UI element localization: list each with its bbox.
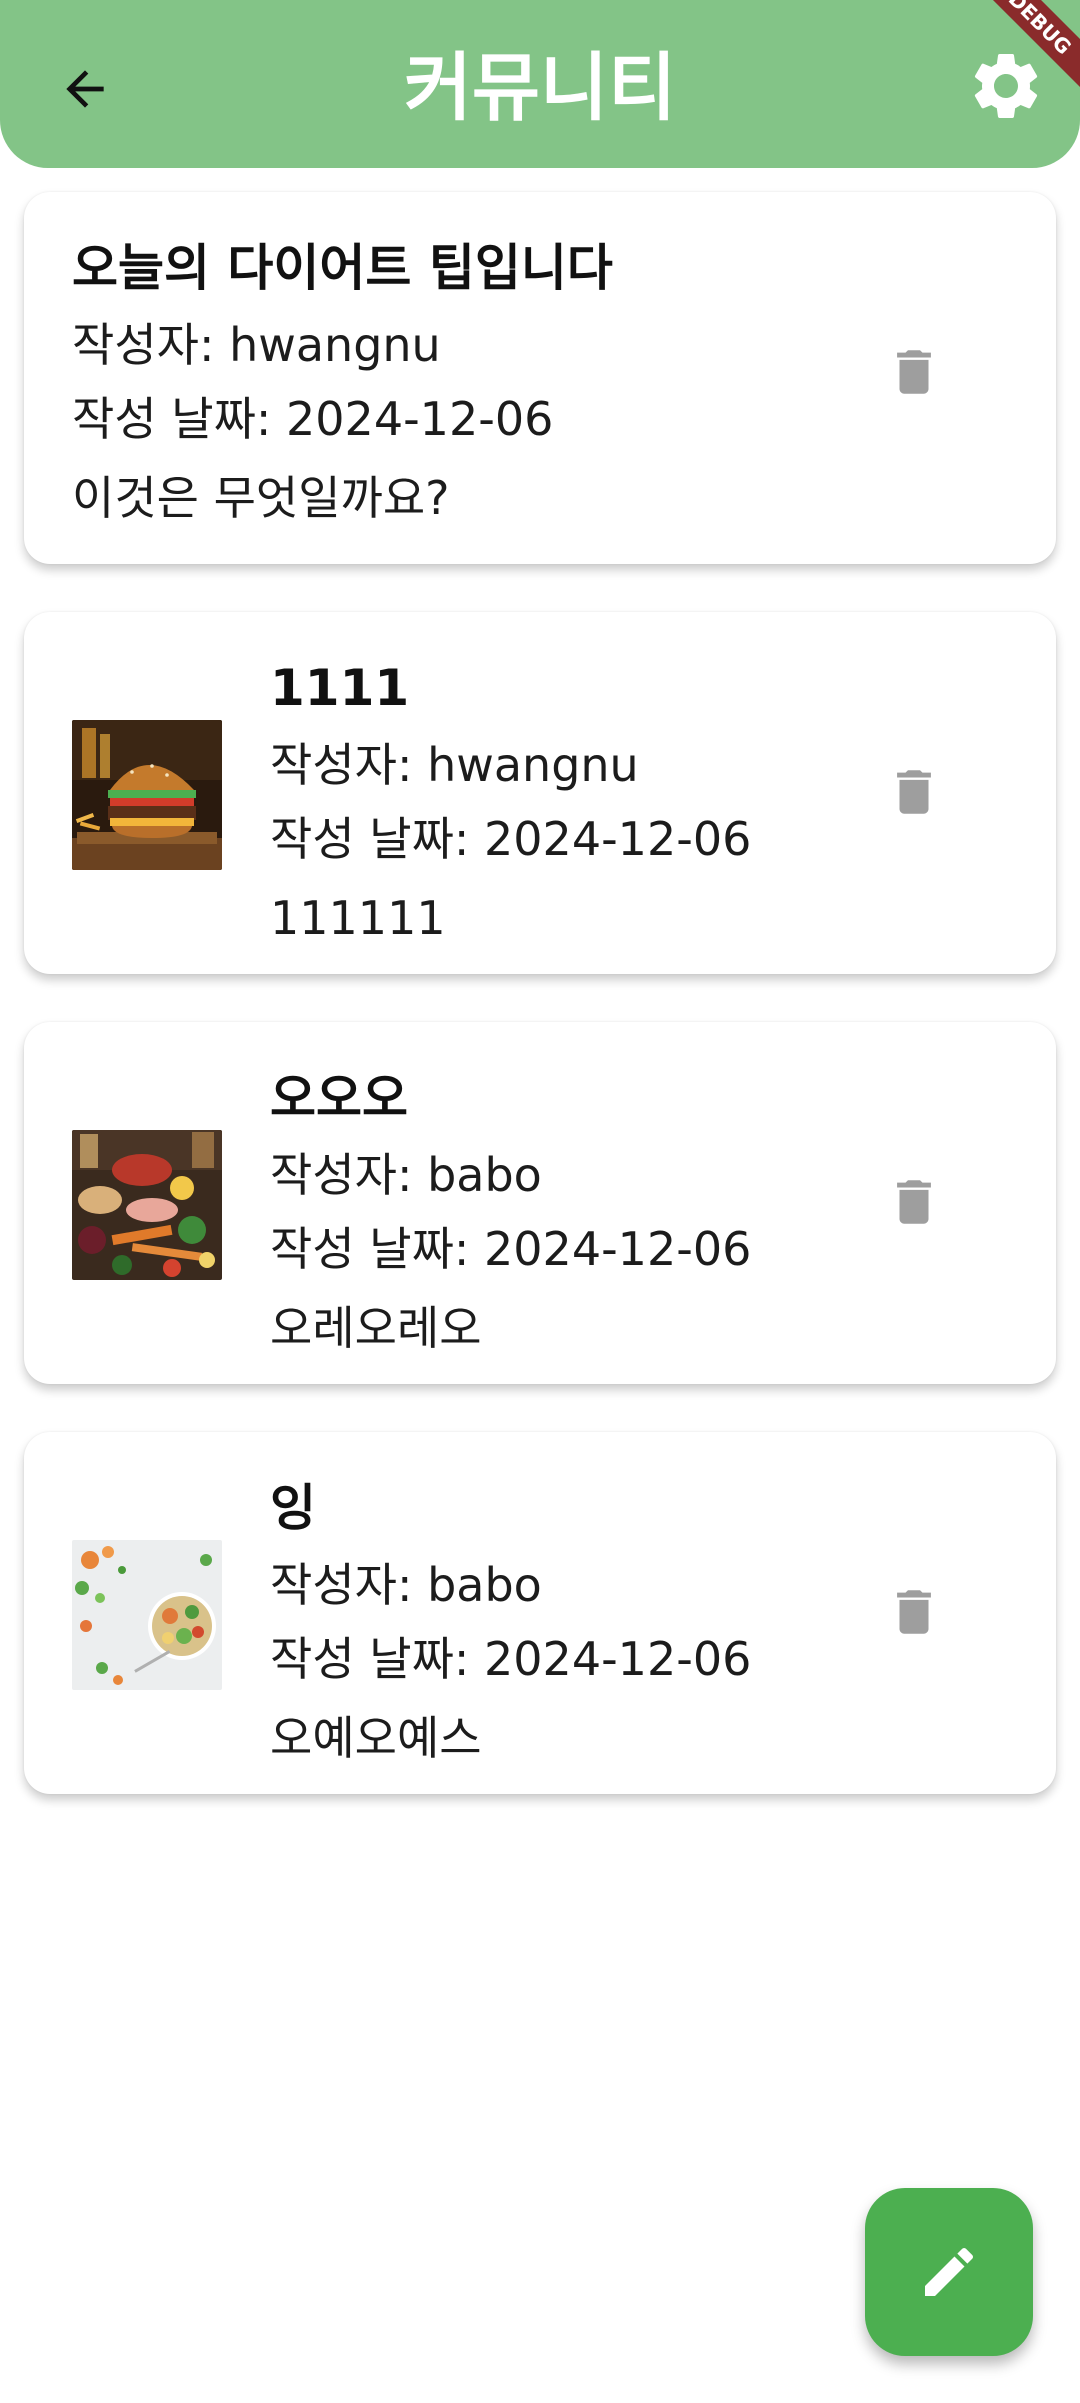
gear-icon xyxy=(974,53,1038,118)
delete-button[interactable] xyxy=(878,756,950,828)
post-body: 오예오예스 xyxy=(270,1711,482,1765)
salad-bowl-photo xyxy=(72,1540,222,1690)
delete-button[interactable] xyxy=(878,336,950,408)
post-card[interactable]: 1111 작성자: hwangnu 작성 날짜: 2024-12-06 1111… xyxy=(24,612,1056,974)
settings-button[interactable] xyxy=(958,38,1054,134)
post-text: 오늘의 다이어트 팁입니다 작성자: hwangnu 작성 날짜: 2024-1… xyxy=(72,228,832,540)
burger-photo xyxy=(72,720,222,870)
post-card[interactable]: 잉 작성자: babo 작성 날짜: 2024-12-06 오예오예스 xyxy=(24,1432,1056,1794)
post-card[interactable]: 오오오 작성자: babo 작성 날짜: 2024-12-06 오레오레오 xyxy=(24,1022,1056,1384)
post-body: 오레오레오 xyxy=(270,1301,482,1355)
trash-icon xyxy=(897,1590,931,1634)
post-thumbnail xyxy=(72,1540,222,1690)
community-screen: 커뮤니티 DEBUG 오늘의 다이어트 팁입니다 작성자: hwangnu 작성… xyxy=(0,0,1080,2403)
post-title: 오늘의 다이어트 팁입니다 xyxy=(72,239,613,297)
write-post-button[interactable] xyxy=(865,2188,1033,2356)
app-bar: 커뮤니티 DEBUG xyxy=(0,0,1080,168)
post-title: 오오오 xyxy=(270,1069,408,1127)
post-title: 잉 xyxy=(270,1479,316,1537)
healthy-food-spread-photo xyxy=(72,1130,222,1280)
trash-icon xyxy=(897,350,931,394)
post-title: 1111 xyxy=(270,659,410,717)
page-title: 커뮤니티 xyxy=(403,45,677,131)
trash-icon xyxy=(897,770,931,814)
delete-button[interactable] xyxy=(878,1166,950,1238)
pencil-icon xyxy=(925,2247,974,2296)
post-list: 오늘의 다이어트 팁입니다 작성자: hwangnu 작성 날짜: 2024-1… xyxy=(24,192,1056,1842)
post-thumbnail xyxy=(72,1130,222,1280)
delete-button[interactable] xyxy=(878,1576,950,1648)
post-card[interactable]: 오늘의 다이어트 팁입니다 작성자: hwangnu 작성 날짜: 2024-1… xyxy=(24,192,1056,564)
post-body: 이것은 무엇일까요? xyxy=(72,471,450,525)
trash-icon xyxy=(897,1180,931,1224)
post-author: 작성자: hwangnu xyxy=(72,318,441,372)
post-thumbnail xyxy=(72,720,222,870)
post-date: 작성 날짜: 2024-12-06 xyxy=(72,392,554,446)
post-body: 111111 xyxy=(270,891,446,945)
